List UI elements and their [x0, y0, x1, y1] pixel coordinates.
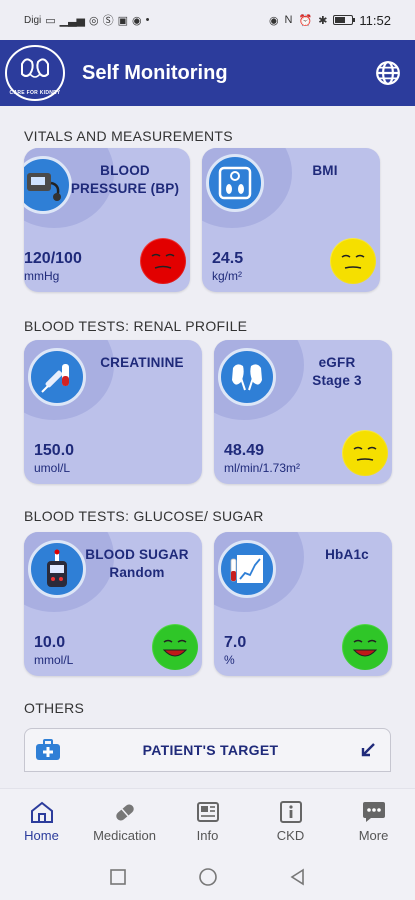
card-title-line-1: eGFR — [318, 355, 356, 370]
card-title-line-1: BLOOD SUGAR — [85, 547, 189, 562]
syringe-test-tube-icon — [28, 348, 86, 406]
recent-apps-icon[interactable] — [108, 867, 128, 887]
nfc-icon: N — [284, 14, 293, 26]
card-title: BLOOD PRESSURE (BP) — [70, 162, 180, 198]
status-smiley-yellow-icon — [342, 430, 388, 476]
card-value: 120/100 — [24, 250, 82, 267]
card-title: BLOOD SUGAR Random — [82, 546, 192, 582]
nav-home-label: Home — [24, 828, 59, 843]
card-unit: mmHg — [24, 269, 60, 283]
card-title-line-1: BLOOD — [100, 163, 150, 178]
card-title-line-2: Stage 3 — [312, 373, 362, 388]
whatsapp-icon: ◎ — [89, 14, 99, 27]
more-chat-icon — [362, 802, 385, 822]
content-area[interactable]: VITALS AND MEASUREMENTS BLOOD PRESSURE (… — [0, 106, 415, 788]
nav-info[interactable]: Info — [166, 789, 249, 854]
logo-text: CARE FOR KIDNEY — [9, 90, 61, 96]
nav-info-label: Info — [196, 828, 219, 843]
status-left: Digi ▭ ▁▃▅ ◎ Ⓢ ▣ ◉ • — [24, 12, 150, 28]
card-creatinine[interactable]: CREATININE 150.0 umol/L — [24, 340, 202, 484]
status-smiley-green-icon — [152, 624, 198, 670]
back-triangle-icon[interactable] — [288, 867, 308, 887]
card-value: 150.0 — [34, 442, 75, 459]
card-title-line-1: HbA1c — [325, 547, 369, 562]
status-bar: Digi ▭ ▁▃▅ ◎ Ⓢ ▣ ◉ • ◉ N ⏰ ✱ 11:52 — [0, 0, 415, 40]
nav-medication[interactable]: Medication — [83, 789, 166, 854]
signal-icon: ▁▃▅ — [59, 14, 86, 27]
patient-target-label: PATIENT'S TARGET — [142, 742, 279, 758]
card-title: HbA1c — [312, 546, 382, 564]
card-bmi[interactable]: BMI 24.5 kg/m² — [202, 148, 380, 292]
kidneys-icon — [218, 348, 276, 406]
chat-icon: ◉ — [132, 14, 142, 27]
globe-icon[interactable] — [375, 60, 401, 86]
medical-kit-icon — [36, 739, 60, 760]
skype-icon: Ⓢ — [102, 15, 114, 27]
status-smiley-red-icon — [140, 238, 186, 284]
eye-icon: ◉ — [268, 14, 279, 27]
newspaper-icon — [196, 802, 219, 822]
carrier-label: Digi — [24, 14, 42, 26]
notification-icon: ▣ — [117, 14, 129, 27]
card-title: CREATININE — [92, 354, 192, 372]
status-smiley-green-icon — [342, 624, 388, 670]
status-time: 11:52 — [359, 12, 391, 28]
card-hba1c[interactable]: HbA1c 7.0 % — [214, 532, 392, 676]
card-egfr[interactable]: eGFR Stage 3 48.49 ml/min/1.73m² — [214, 340, 392, 484]
nav-more[interactable]: More — [332, 789, 415, 854]
home-icon — [30, 801, 53, 823]
card-unit: ml/min/1.73m² — [224, 461, 301, 475]
card-title-line-1: BMI — [312, 163, 338, 178]
nav-ckd[interactable]: CKD — [249, 789, 332, 854]
nav-more-label: More — [358, 828, 389, 843]
status-right: ◉ N ⏰ ✱ 11:52 — [269, 13, 391, 28]
test-tube-chart-icon — [218, 540, 276, 598]
section-title-vitals: VITALS AND MEASUREMENTS — [24, 128, 233, 144]
page-title: Self Monitoring — [82, 61, 228, 84]
card-title-line-2: PRESSURE (BP) — [70, 181, 180, 196]
card-unit: mmol/L — [34, 653, 74, 667]
patient-target-button[interactable]: PATIENT'S TARGET — [24, 728, 391, 772]
nav-home[interactable]: Home — [0, 789, 83, 854]
card-title: BMI — [280, 162, 370, 180]
weighing-scale-icon — [206, 154, 264, 212]
system-navigation-bar — [0, 854, 415, 900]
app-logo: CARE FOR KIDNEY — [2, 44, 68, 102]
card-title: eGFR Stage 3 — [292, 354, 382, 390]
section-title-others: OTHERS — [24, 700, 85, 716]
card-value: 24.5 — [212, 250, 244, 267]
volte-icon: ▭ — [45, 14, 56, 27]
status-smiley-yellow-icon — [330, 238, 376, 284]
card-value: 48.49 — [224, 442, 265, 459]
pill-icon — [115, 804, 134, 821]
app-bar: CARE FOR KIDNEY Self Monitoring — [0, 40, 415, 106]
card-blood-sugar[interactable]: BLOOD SUGAR Random 10.0 mmol/L — [24, 532, 202, 676]
section-title-glucose: BLOOD TESTS: GLUCOSE/ SUGAR — [24, 508, 264, 524]
section-title-renal: BLOOD TESTS: RENAL PROFILE — [24, 318, 248, 334]
card-unit: kg/m² — [212, 269, 242, 283]
glucometer-icon — [28, 540, 86, 598]
card-value: 10.0 — [34, 634, 66, 651]
more-dots-icon: • — [145, 14, 150, 26]
card-title-line-1: CREATININE — [100, 355, 184, 370]
arrow-down-left-icon — [361, 743, 375, 757]
card-blood-pressure[interactable]: BLOOD PRESSURE (BP) 120/100 mmHg — [24, 148, 190, 292]
nav-ckd-label: CKD — [276, 828, 305, 843]
card-unit: umol/L — [34, 461, 71, 475]
nav-medication-label: Medication — [93, 828, 156, 843]
card-value: 7.0 — [224, 634, 247, 651]
home-circle-icon[interactable] — [198, 867, 218, 887]
battery-icon — [333, 15, 356, 25]
card-unit: % — [224, 653, 235, 667]
alarm-icon: ⏰ — [298, 14, 313, 27]
bottom-navigation: Home Medication Info CKD More — [0, 788, 415, 854]
card-title-line-2: Random — [109, 565, 165, 580]
info-box-icon — [279, 801, 302, 823]
bluetooth-icon: ✱ — [318, 14, 328, 27]
